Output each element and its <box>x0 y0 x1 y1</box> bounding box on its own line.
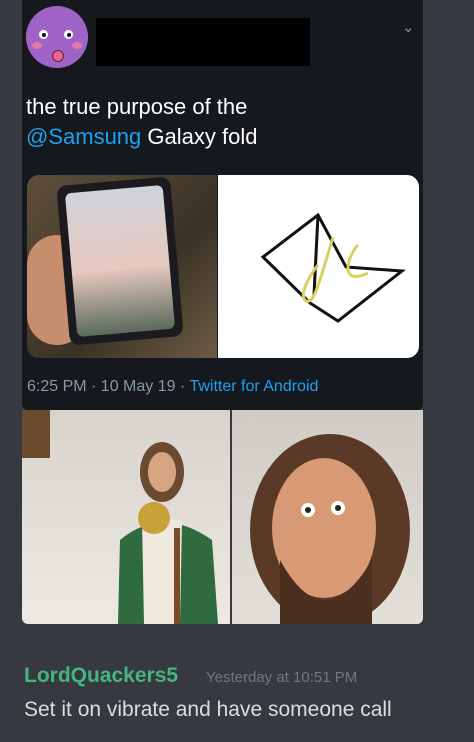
statue-face-drawing <box>250 434 410 624</box>
mention-link[interactable]: @Samsung <box>26 124 141 149</box>
phone-shape <box>56 176 184 346</box>
avatar-eye <box>39 30 48 39</box>
tweet-text-suffix: Galaxy fold <box>141 124 258 149</box>
tweet-time: 6:25 PM · 10 May 19 · <box>27 378 190 395</box>
meme-image-statue-face[interactable] <box>232 410 423 624</box>
tweet-image-phone[interactable] <box>27 175 217 358</box>
avatar-cheek <box>72 42 82 49</box>
phone-screen <box>64 185 176 337</box>
fold-sketch-drawing <box>260 212 406 323</box>
tweet-text-prefix: the true purpose of the <box>26 94 248 119</box>
tweet-timestamp: 6:25 PM · 10 May 19 · Twitter for Androi… <box>27 378 318 396</box>
tweet-text: the true purpose of the @Samsung Galaxy … <box>26 92 406 152</box>
meme-image-statue-full[interactable] <box>22 410 230 624</box>
message-text: Set it on vibrate and have someone call <box>24 698 392 721</box>
avatar-eye <box>64 30 73 39</box>
avatar[interactable] <box>26 6 88 68</box>
tweet-source-link[interactable]: Twitter for Android <box>189 378 318 395</box>
avatar-mouth <box>52 50 64 62</box>
message-author[interactable]: LordQuackers5 <box>24 664 178 688</box>
chevron-down-icon[interactable]: ⌄ <box>402 18 415 36</box>
message-timestamp: Yesterday at 10:51 PM <box>206 669 358 686</box>
statue-full-drawing <box>22 410 218 624</box>
tweet-image-sketch[interactable] <box>218 175 419 358</box>
avatar-cheek <box>32 42 42 49</box>
redacted-username <box>96 18 310 66</box>
